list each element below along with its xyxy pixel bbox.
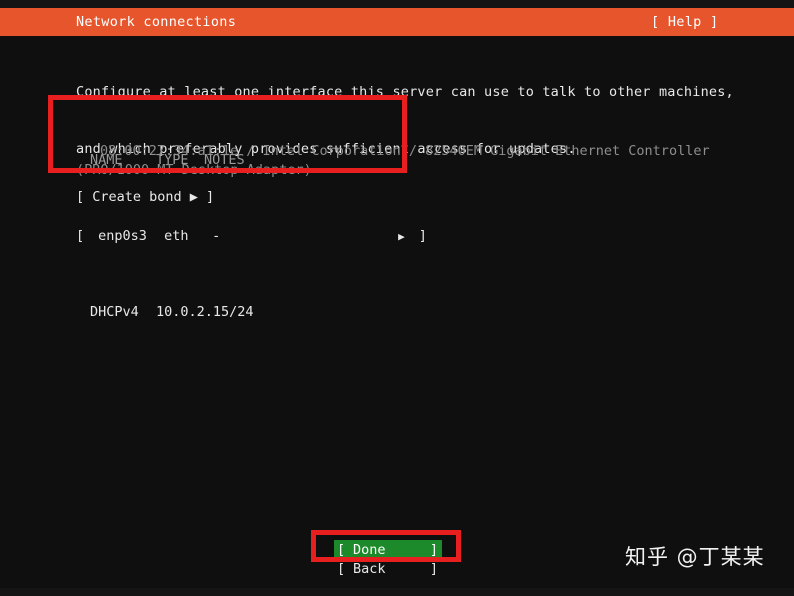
- interface-address-row: DHCPv4 10.0.2.15/24: [76, 303, 427, 322]
- watermark: 知乎 @丁某某: [625, 545, 765, 569]
- row-open-bracket: [: [76, 228, 85, 244]
- network-interfaces-table: NAME TYPE NOTES [enp0s3 eth - ▶] DHCPv4 10.0.2…: [76, 94, 427, 360]
- back-button-label: Back: [353, 561, 386, 577]
- row-close-bracket: ]: [418, 228, 427, 244]
- back-open-bracket: [: [337, 561, 346, 577]
- screen-top-margin: [0, 0, 794, 8]
- interface-type: eth: [164, 228, 189, 244]
- terminal-screen: Network connections [ Help ] Configure a…: [0, 0, 794, 596]
- installer-header-bar: Network connections [ Help ]: [0, 8, 794, 36]
- back-button[interactable]: [ Back ]: [334, 559, 442, 578]
- table-row[interactable]: [ enp0s3 eth - ▶]: [76, 227, 427, 246]
- help-button[interactable]: [ Help ]: [651, 13, 718, 32]
- interface-notes: -: [212, 228, 221, 244]
- interface-hardware-line-1: 08:00:27:34:a1:1e / Intel Corporation / …: [100, 143, 710, 159]
- create-bond-button[interactable]: [ Create bond ▶ ]: [76, 188, 214, 207]
- done-button-label: Done: [353, 542, 386, 558]
- chevron-right-icon[interactable]: ▶: [398, 230, 405, 243]
- back-close-bracket: ]: [429, 561, 438, 577]
- address-protocol: DHCPv4: [90, 304, 139, 320]
- interface-name: enp0s3: [98, 228, 147, 244]
- done-close-bracket: ]: [429, 542, 438, 558]
- done-button[interactable]: [ Done ]: [334, 540, 442, 559]
- done-open-bracket: [: [337, 542, 346, 558]
- address-value: 10.0.2.15/24: [156, 304, 254, 320]
- page-title: Network connections: [76, 14, 237, 30]
- screen-bottom-margin: [0, 588, 794, 596]
- interface-hardware-line-2: (PRO/1000 MT Desktop Adapter): [76, 162, 312, 178]
